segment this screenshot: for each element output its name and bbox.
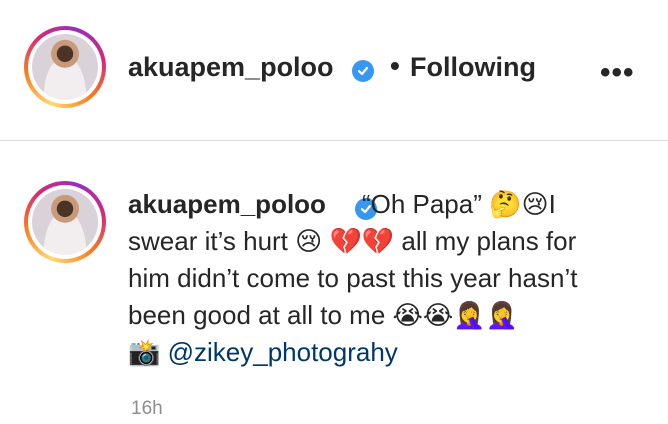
caption-username[interactable]: akuapem_poloo — [128, 189, 326, 219]
avatar-photo — [32, 189, 98, 255]
avatar[interactable] — [24, 26, 106, 108]
photographer-mention[interactable]: @zikey_photograhy — [168, 337, 398, 367]
camera-icon: 📸 — [128, 337, 161, 367]
caption-line-4: been good at all to me 😭😭🤦‍♀️🤦‍♀️ — [128, 300, 519, 330]
caption-line-2: swear it’s hurt 😢 💔💔 all my plans for — [128, 226, 577, 256]
verified-badge-icon — [352, 60, 374, 82]
post-caption: akuapem_poloo “Oh Papa” 🤔😢I swear it’s hu… — [128, 186, 648, 371]
more-options-icon[interactable]: ••• — [600, 56, 635, 90]
separator-dot: • — [390, 50, 400, 81]
avatar-photo — [32, 34, 98, 100]
post-header: akuapem_poloo • Following ••• — [0, 0, 668, 141]
caption-line-3: him didn’t come to past this year hasn’t — [128, 263, 578, 293]
following-button[interactable]: Following — [410, 52, 536, 83]
header-username[interactable]: akuapem_poloo — [128, 52, 334, 83]
comment-avatar[interactable] — [24, 181, 106, 263]
post-timestamp[interactable]: 16h — [131, 398, 163, 420]
caption-line-1: “Oh Papa” 🤔😢I — [361, 189, 556, 219]
